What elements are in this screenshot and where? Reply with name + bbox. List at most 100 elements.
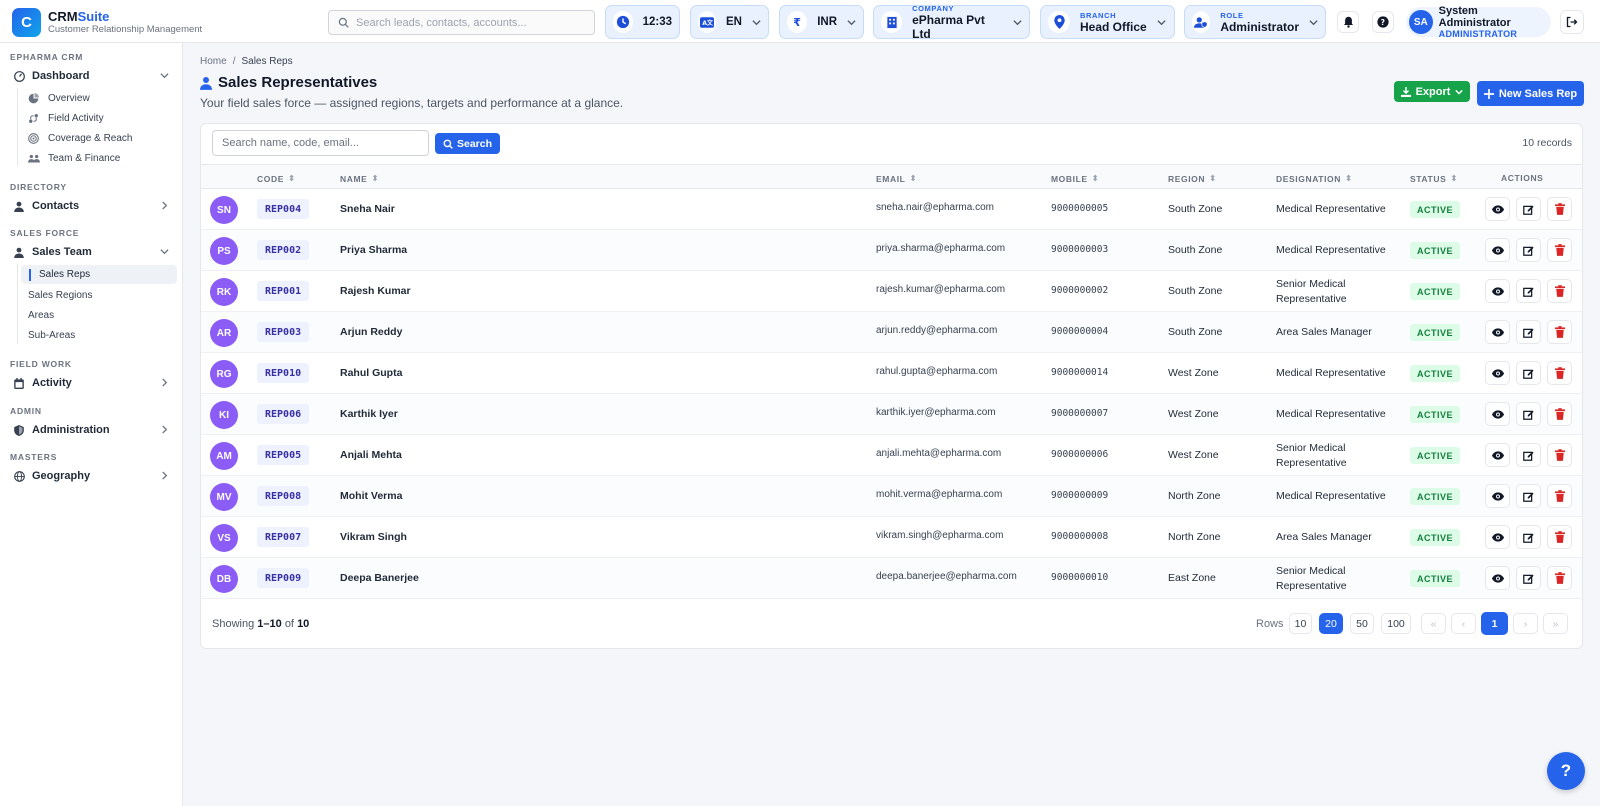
search-button[interactable]: Search: [435, 133, 500, 154]
column-header-designation[interactable]: DESIGNATION ⬍: [1276, 173, 1353, 184]
edit-button[interactable]: [1516, 197, 1541, 221]
column-header-email[interactable]: EMAIL ⬍: [876, 173, 917, 184]
logout-button[interactable]: [1560, 10, 1584, 34]
edit-button[interactable]: [1516, 320, 1541, 344]
prev-page-button[interactable]: ‹: [1451, 613, 1476, 634]
rep-name[interactable]: Mohit Verma: [340, 490, 402, 502]
table-row[interactable]: RG REP010 Rahul Gupta rahul.gupta@epharma.c…: [201, 353, 1582, 394]
table-search-input[interactable]: [212, 130, 429, 156]
table-row[interactable]: KI REP006 Karthik Iyer karthik.iyer@epharma…: [201, 394, 1582, 435]
page-size-10[interactable]: 10: [1289, 613, 1312, 634]
view-button[interactable]: [1485, 279, 1510, 303]
help-fab-button[interactable]: ?: [1547, 752, 1585, 790]
table-row[interactable]: RK REP001 Rajesh Kumar rajesh.kumar@epharma…: [201, 271, 1582, 312]
sidebar-item-sub-areas[interactable]: Sub-Areas: [16, 326, 178, 345]
branch-selector[interactable]: BRANCH Head Office: [1040, 5, 1175, 39]
edit-button[interactable]: [1516, 402, 1541, 426]
edit-button[interactable]: [1516, 484, 1541, 508]
sidebar-item-activity[interactable]: Activity: [10, 373, 175, 393]
edit-button[interactable]: [1516, 443, 1541, 467]
page-size-50[interactable]: 50: [1350, 613, 1374, 634]
column-header-status[interactable]: STATUS ⬍: [1410, 173, 1458, 184]
brand[interactable]: C CRMSuite Customer Relationship Managem…: [12, 8, 202, 37]
export-button[interactable]: Export: [1394, 81, 1470, 102]
view-button[interactable]: [1485, 320, 1510, 344]
table-row[interactable]: DB REP009 Deepa Banerjee deepa.banerjee@eph…: [201, 558, 1582, 599]
edit-button[interactable]: [1516, 525, 1541, 549]
delete-button[interactable]: [1547, 279, 1572, 303]
user-menu[interactable]: SA System Administrator ADMINISTRATOR: [1406, 5, 1551, 39]
sidebar-item-areas[interactable]: Areas: [16, 306, 178, 325]
sidebar-item-administration[interactable]: Administration: [10, 420, 175, 440]
trash-icon: [1554, 244, 1565, 256]
page-size-100[interactable]: 100: [1381, 613, 1411, 634]
language-selector[interactable]: A文 EN: [690, 5, 769, 39]
table-row[interactable]: SN REP004 Sneha Nair sneha.nair@epharma.com…: [201, 189, 1582, 230]
delete-button[interactable]: [1547, 361, 1572, 385]
global-search-input[interactable]: [356, 16, 586, 29]
column-header-mobile[interactable]: MOBILE ⬍: [1051, 173, 1099, 184]
column-header-region[interactable]: REGION ⬍: [1168, 173, 1217, 184]
last-page-button[interactable]: »: [1543, 613, 1568, 634]
edit-button[interactable]: [1516, 238, 1541, 262]
rep-name[interactable]: Sneha Nair: [340, 203, 395, 215]
delete-button[interactable]: [1547, 197, 1572, 221]
view-button[interactable]: [1485, 443, 1510, 467]
table-row[interactable]: AM REP005 Anjali Mehta anjali.mehta@epharma…: [201, 435, 1582, 476]
company-selector[interactable]: COMPANY ePharma Pvt Ltd: [873, 4, 1030, 41]
sidebar-item-overview[interactable]: Overview: [16, 89, 178, 108]
rep-name[interactable]: Rajesh Kumar: [340, 285, 411, 297]
help-button[interactable]: ?: [1372, 11, 1394, 33]
currency-selector[interactable]: ₹ INR: [779, 5, 864, 39]
view-button[interactable]: [1485, 402, 1510, 426]
edit-button[interactable]: [1516, 566, 1541, 590]
delete-button[interactable]: [1547, 443, 1572, 467]
view-button[interactable]: [1485, 566, 1510, 590]
rep-name[interactable]: Rahul Gupta: [340, 367, 402, 379]
table-row[interactable]: PS REP002 Priya Sharma priya.sharma@epharma…: [201, 230, 1582, 271]
rep-name[interactable]: Anjali Mehta: [340, 449, 402, 461]
first-page-button[interactable]: «: [1421, 613, 1446, 634]
sidebar-item-sales-regions[interactable]: Sales Regions: [16, 286, 178, 305]
column-header-code[interactable]: CODE ⬍: [257, 173, 296, 184]
delete-button[interactable]: [1547, 402, 1572, 426]
column-header-name[interactable]: NAME ⬍: [340, 173, 379, 184]
sidebar-item-sales-team[interactable]: Sales Team: [10, 242, 175, 262]
breadcrumb-home[interactable]: Home: [200, 56, 227, 67]
sidebar-item-team-finance[interactable]: Team & Finance: [16, 149, 178, 168]
view-button[interactable]: [1485, 197, 1510, 221]
rep-name[interactable]: Deepa Banerjee: [340, 572, 419, 584]
page-1-button[interactable]: 1: [1481, 612, 1508, 635]
delete-button[interactable]: [1547, 320, 1572, 344]
sidebar-item-sales-reps[interactable]: Sales Reps: [21, 265, 177, 284]
role-selector[interactable]: ROLE Administrator: [1184, 5, 1326, 39]
sidebar-item-dashboard[interactable]: Dashboard: [10, 66, 175, 86]
sidebar-item-contacts[interactable]: Contacts: [10, 196, 175, 216]
table-row[interactable]: AR REP003 Arjun Reddy arjun.reddy@epharma.c…: [201, 312, 1582, 353]
new-sales-rep-button[interactable]: New Sales Rep: [1477, 81, 1584, 106]
table-row[interactable]: MV REP008 Mohit Verma mohit.verma@epharma.c…: [201, 476, 1582, 517]
view-button[interactable]: [1485, 361, 1510, 385]
delete-button[interactable]: [1547, 566, 1572, 590]
edit-button[interactable]: [1516, 361, 1541, 385]
edit-button[interactable]: [1516, 279, 1541, 303]
table-row[interactable]: VS REP007 Vikram Singh vikram.singh@epharma…: [201, 517, 1582, 558]
next-page-button[interactable]: ›: [1513, 613, 1538, 634]
delete-button[interactable]: [1547, 525, 1572, 549]
clock-chip[interactable]: 12:33: [605, 5, 680, 39]
page-size-20[interactable]: 20: [1319, 613, 1343, 634]
notifications-button[interactable]: [1337, 11, 1359, 33]
rep-name[interactable]: Priya Sharma: [340, 244, 407, 256]
view-button[interactable]: [1485, 525, 1510, 549]
view-button[interactable]: [1485, 238, 1510, 262]
rep-name[interactable]: Arjun Reddy: [340, 326, 402, 338]
sidebar-item-field-activity[interactable]: Field Activity: [16, 109, 178, 128]
rep-name[interactable]: Vikram Singh: [340, 531, 407, 543]
delete-button[interactable]: [1547, 238, 1572, 262]
view-button[interactable]: [1485, 484, 1510, 508]
rep-name[interactable]: Karthik Iyer: [340, 408, 398, 420]
sidebar-item-coverage-reach[interactable]: Coverage & Reach: [16, 129, 178, 148]
delete-button[interactable]: [1547, 484, 1572, 508]
global-search[interactable]: [328, 10, 595, 35]
sidebar-item-geography[interactable]: Geography: [10, 466, 175, 486]
